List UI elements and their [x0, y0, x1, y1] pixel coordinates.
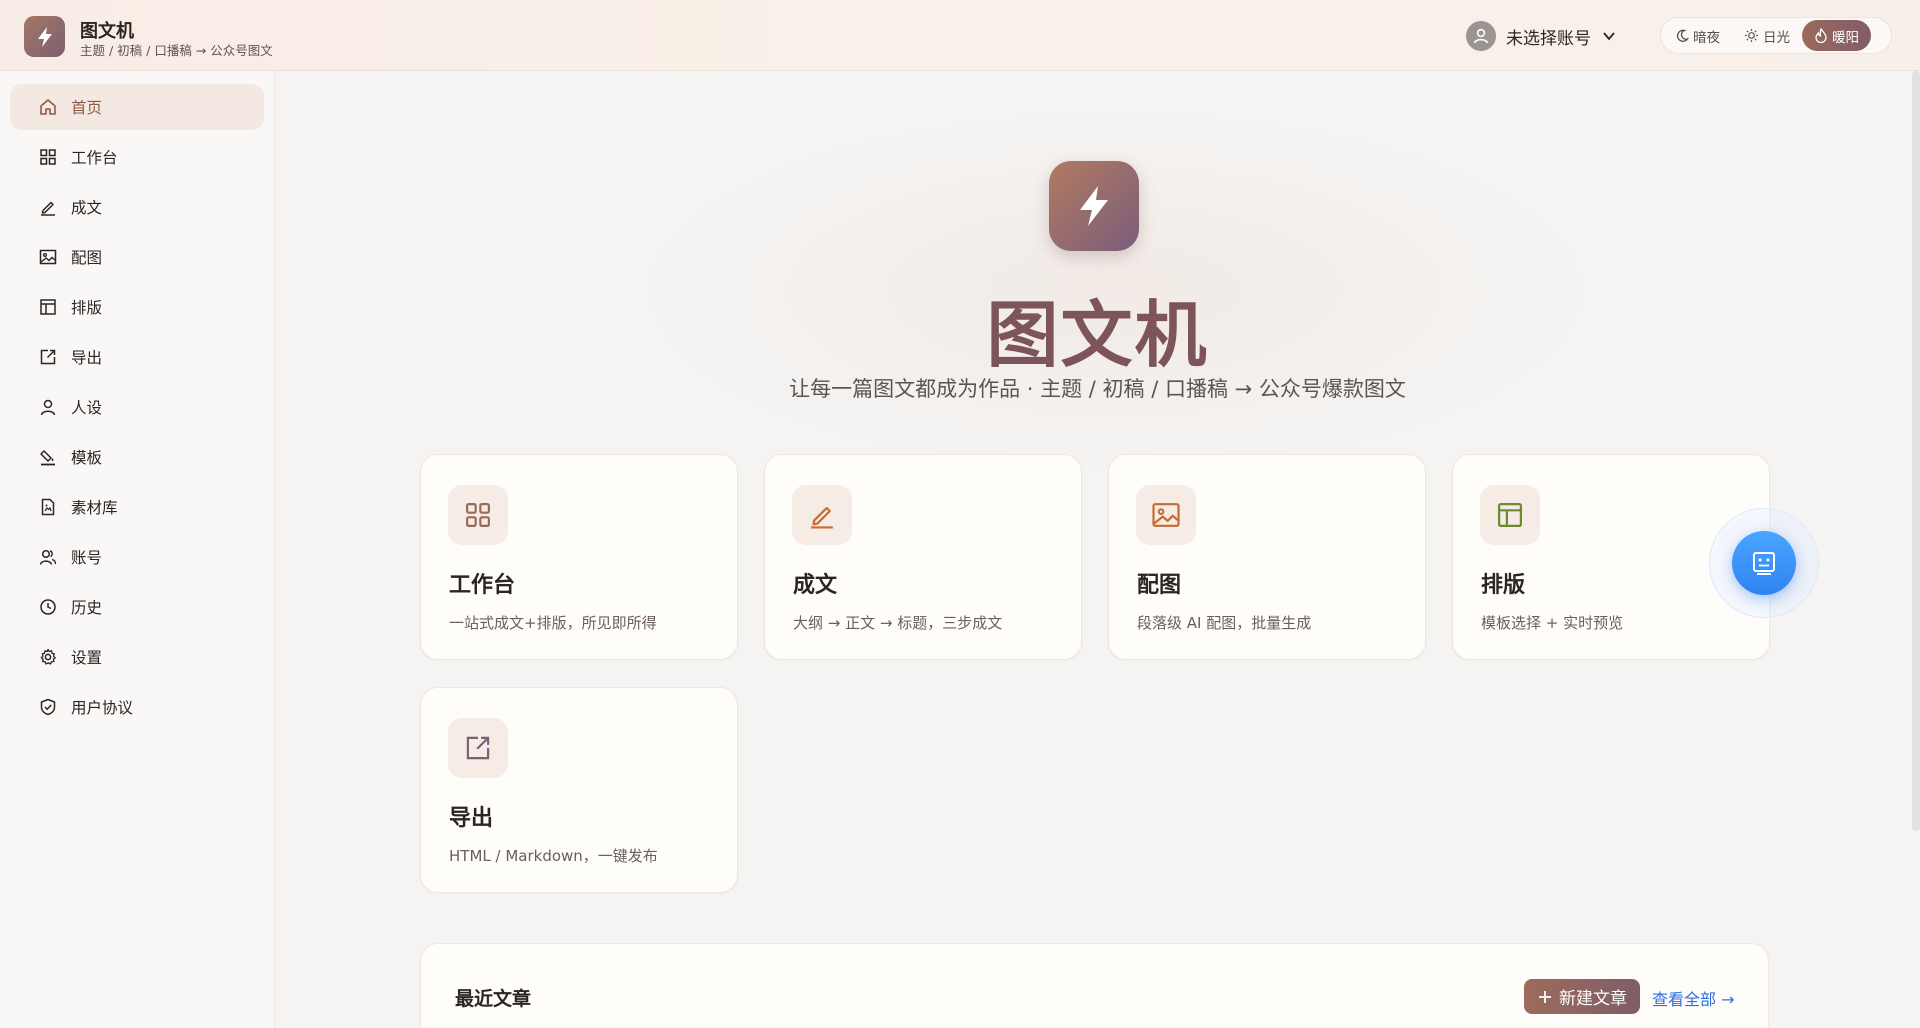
sidebar-item-label: 工作台: [71, 149, 118, 167]
card-title: 工作台: [449, 573, 516, 598]
sidebar-item-images[interactable]: 配图: [10, 234, 264, 280]
layout-icon: [40, 299, 56, 315]
sidebar-item-workbench[interactable]: 工作台: [10, 134, 264, 180]
card-compose[interactable]: 成文 大纲 → 正文 → 标题，三步成文: [764, 454, 1082, 660]
view-all-link[interactable]: 查看全部 →: [1652, 986, 1735, 1010]
robot-icon: [1753, 552, 1775, 575]
theme-light-label: 日光: [1763, 29, 1790, 46]
image-icon: [1152, 503, 1180, 527]
sidebar-item-label: 模板: [71, 449, 103, 467]
user-icon: [40, 399, 56, 416]
new-article-label: 新建文章: [1559, 989, 1627, 1009]
export-icon: [466, 736, 490, 760]
sidebar-item-history[interactable]: 历史: [10, 584, 264, 630]
top-header: 图文机 主题 / 初稿 / 口播稿 → 公众号图文 未选择账号 暗夜 日光 暖阳: [0, 0, 1920, 71]
shield-icon: [40, 698, 56, 716]
card-images[interactable]: 配图 段落级 AI 配图，批量生成: [1108, 454, 1426, 660]
chevron-down-icon: [1603, 32, 1615, 41]
sidebar-item-compose[interactable]: 成文: [10, 184, 264, 230]
paint-icon: [40, 450, 55, 466]
card-icon-box: [792, 485, 852, 545]
users-icon: [39, 549, 57, 565]
avatar: [1466, 21, 1496, 51]
sidebar-item-persona[interactable]: 人设: [10, 384, 264, 430]
theme-switch: 暗夜 日光 暖阳: [1660, 17, 1892, 54]
main-content: 图文机 让每一篇图文都成为作品 · 主题 / 初稿 / 口播稿 → 公众号爆款图…: [275, 71, 1920, 1028]
pen-icon: [811, 506, 833, 529]
pen-icon: [41, 201, 55, 216]
home-icon: [40, 99, 56, 115]
lightning-icon: [1080, 186, 1108, 226]
sidebar-item-home[interactable]: 首页: [10, 84, 264, 130]
sidebar-item-label: 导出: [71, 349, 103, 367]
sidebar-item-accounts[interactable]: 账号: [10, 534, 264, 580]
gear-icon: [40, 648, 56, 665]
hero-title: 图文机: [986, 293, 1209, 377]
theme-warm-label: 暖阳: [1832, 29, 1859, 46]
assistant-float-button[interactable]: [1709, 508, 1819, 618]
assistant-button-inner: [1732, 531, 1796, 595]
card-title: 成文: [793, 573, 838, 598]
clock-icon: [40, 599, 56, 615]
file-icon: [41, 498, 55, 516]
card-description: HTML / Markdown，一键发布: [449, 847, 658, 865]
card-icon-box: [1136, 485, 1196, 545]
lightning-icon: [37, 26, 52, 47]
card-icon-box: [1480, 485, 1540, 545]
theme-dark-button[interactable]: 暗夜: [1663, 20, 1732, 51]
card-export[interactable]: 导出 HTML / Markdown，一键发布: [420, 687, 738, 893]
hero-logo: [1049, 161, 1139, 251]
sidebar-item-label: 首页: [71, 99, 103, 117]
card-description: 大纲 → 正文 → 标题，三步成文: [793, 614, 1003, 632]
user-icon: [1473, 28, 1489, 44]
export-icon: [40, 349, 56, 365]
card-description: 段落级 AI 配图，批量生成: [1137, 614, 1312, 632]
sidebar-item-label: 成文: [71, 199, 103, 217]
sidebar: 首页 工作台 成文 配图 排版 导出 人设 模板 素材库 账号 历史 设置 用户…: [0, 71, 275, 1028]
sidebar-item-label: 配图: [71, 249, 103, 267]
sidebar-item-export[interactable]: 导出: [10, 334, 264, 380]
card-icon-box: [448, 485, 508, 545]
card-title: 排版: [1481, 573, 1526, 598]
card-description: 模板选择 + 实时预览: [1481, 614, 1624, 632]
account-selector[interactable]: 未选择账号: [1466, 20, 1617, 52]
sidebar-item-label: 设置: [71, 649, 103, 667]
sidebar-item-layout[interactable]: 排版: [10, 284, 264, 330]
grid-icon: [466, 503, 490, 527]
card-description: 一站式成文+排版，所见即所得: [449, 614, 657, 632]
flame-icon: [1815, 28, 1827, 43]
app-subtitle: 主题 / 初稿 / 口播稿 → 公众号图文: [80, 43, 273, 58]
moon-icon: [1676, 29, 1689, 42]
card-icon-box: [448, 718, 508, 778]
account-label: 未选择账号: [1506, 28, 1591, 49]
sidebar-item-settings[interactable]: 设置: [10, 634, 264, 680]
new-article-button[interactable]: 新建文章: [1524, 979, 1640, 1014]
sidebar-item-label: 历史: [71, 599, 103, 617]
card-title: 导出: [449, 806, 494, 831]
hero-subtitle: 让每一篇图文都成为作品 · 主题 / 初稿 / 口播稿 → 公众号爆款图文: [789, 377, 1406, 401]
app-logo: [24, 16, 65, 57]
card-workbench[interactable]: 工作台 一站式成文+排版，所见即所得: [420, 454, 738, 660]
theme-warm-button[interactable]: 暖阳: [1802, 20, 1871, 51]
sidebar-item-templates[interactable]: 模板: [10, 434, 264, 480]
scrollbar[interactable]: [1912, 71, 1920, 831]
sidebar-item-materials[interactable]: 素材库: [10, 484, 264, 530]
recent-articles-title: 最近文章: [455, 988, 532, 1010]
sidebar-item-label: 素材库: [71, 499, 118, 517]
sun-icon: [1744, 28, 1759, 43]
card-title: 配图: [1137, 573, 1182, 598]
sidebar-item-terms[interactable]: 用户协议: [10, 684, 264, 730]
plus-icon: [1539, 990, 1551, 1003]
theme-light-button[interactable]: 日光: [1732, 20, 1802, 51]
layout-icon: [1498, 503, 1522, 527]
sidebar-item-label: 排版: [71, 299, 103, 317]
sidebar-item-label: 人设: [71, 399, 103, 417]
grid-icon: [40, 149, 56, 165]
sidebar-item-label: 用户协议: [71, 699, 134, 717]
sidebar-item-label: 账号: [71, 549, 103, 567]
theme-dark-label: 暗夜: [1693, 29, 1720, 46]
image-icon: [39, 249, 57, 265]
